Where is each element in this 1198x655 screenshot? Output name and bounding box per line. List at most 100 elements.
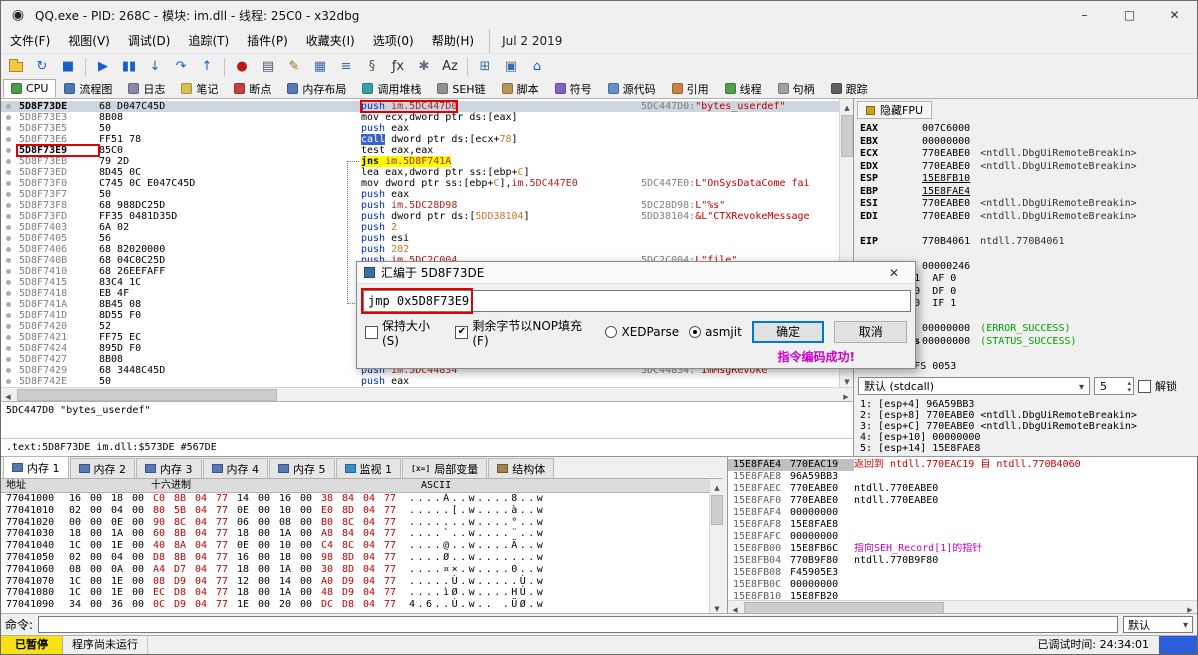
- breakpoints-button[interactable]: ●: [230, 56, 254, 78]
- stack-arg-row[interactable]: 5: [esp+14] 15E8FAE8: [860, 443, 1197, 454]
- scroll-left-icon[interactable]: [1, 388, 15, 402]
- breakpoint-gutter[interactable]: [1, 211, 17, 222]
- call-stack-button[interactable]: ≡: [334, 56, 358, 78]
- memory-vertical-scrollbar[interactable]: [709, 479, 723, 614]
- argument-count-spinner[interactable]: 5: [1094, 377, 1134, 395]
- scroll-down-icon[interactable]: [710, 600, 724, 614]
- breakpoint-gutter[interactable]: [1, 277, 17, 288]
- breakpoint-gutter[interactable]: [1, 123, 17, 134]
- minimize-button[interactable]: –: [1062, 1, 1107, 29]
- breakpoint-gutter[interactable]: [1, 332, 17, 343]
- xedparse-radio[interactable]: XEDParse: [605, 325, 679, 339]
- memory-row[interactable]: 77041020 00 00 0E 00 90 8C 04 77 06 00 08 00 B0 8C 04 77…: [1, 517, 709, 529]
- tab-memory-5[interactable]: 内存 5: [269, 458, 335, 478]
- breakpoint-gutter[interactable]: [1, 365, 17, 376]
- cancel-button[interactable]: 取消: [834, 321, 907, 343]
- scrollbar-thumb[interactable]: [711, 495, 723, 525]
- tab-graph[interactable]: 流程图: [56, 79, 120, 98]
- window-titlebar[interactable]: ◉ QQ.exe - PID: 268C - 模块: im.dll - 线程: …: [1, 1, 1197, 29]
- memory-row[interactable]: 77041070 1C 00 1E 00 08 D9 04 77 12 00 14 00 A0 D9 04 77…: [1, 576, 709, 588]
- disasm-row[interactable]: 5D8F73DE 68 D047C45D push im.5DC447D0 5DC44…: [1, 100, 839, 113]
- scroll-down-icon[interactable]: [840, 373, 854, 387]
- disasm-row[interactable]: 5D8F7406 68 82020000 push 282: [1, 244, 839, 255]
- disasm-row[interactable]: 5D8F73EB 79 2D jns im.5D8F741A: [1, 156, 839, 167]
- disasm-row[interactable]: 5D8F73F7 50 push eax: [1, 189, 839, 200]
- tab-cpu[interactable]: CPU: [3, 79, 57, 98]
- stack-pane[interactable]: 15E8FAE4 770EAC19 返回到 ntdll.770EAC19 自 ntd…: [727, 457, 1197, 614]
- open-file-button[interactable]: [4, 56, 28, 78]
- register-row[interactable]: EBX 00000000: [860, 136, 1197, 149]
- breakpoint-gutter[interactable]: [1, 299, 17, 310]
- menu-item-7[interactable]: 帮助(H): [423, 29, 483, 53]
- disasm-row[interactable]: 5D8F73E5 50 push eax: [1, 123, 839, 134]
- symbols-button[interactable]: ƒx: [386, 56, 410, 78]
- tab-memory-2[interactable]: 内存 2: [69, 458, 135, 478]
- stack-horizontal-scrollbar[interactable]: [728, 600, 1197, 614]
- stack-row[interactable]: 15E8FAF4 00000000: [728, 507, 1197, 519]
- calculator-button[interactable]: ⊞: [473, 56, 497, 78]
- register-row[interactable]: [860, 223, 1197, 236]
- memory-row[interactable]: 77041030 18 00 1A 00 60 8B 04 77 18 00 1A 00 A8 84 04 77…: [1, 528, 709, 540]
- stack-row[interactable]: 15E8FAFC 00000000: [728, 531, 1197, 543]
- menu-item-6[interactable]: 选项(0): [364, 29, 423, 53]
- memory-row[interactable]: 77041080 1C 00 1E 00 EC D8 04 77 18 00 1A 00 48 D9 04 77…: [1, 587, 709, 599]
- tab-log[interactable]: 日志: [120, 79, 173, 98]
- breakpoint-gutter[interactable]: [1, 255, 17, 266]
- restart-button[interactable]: ↻: [30, 56, 54, 78]
- step-into-button[interactable]: ↓: [143, 56, 167, 78]
- register-row[interactable]: EDI 770EABE0 <ntdll.DbgUiRemoteBreakin>: [860, 211, 1197, 224]
- memory-row[interactable]: 77041000 16 00 18 00 C0 8B 04 77 14 00 16 00 38 84 04 77…: [1, 493, 709, 505]
- scrollbar-thumb[interactable]: [841, 115, 853, 157]
- nop-fill-checkbox[interactable]: 剩余字节以NOP填充(F): [455, 317, 595, 348]
- notes-button[interactable]: ✎: [282, 56, 306, 78]
- spinner-down-icon[interactable]: [1127, 386, 1131, 393]
- tab-script[interactable]: 脚本: [494, 79, 547, 98]
- disasm-row[interactable]: 5D8F73E6 FF51 78 call dword ptr ds:[ecx+78…: [1, 134, 839, 145]
- stack-row[interactable]: 15E8FAF0 770EABE0 ntdll.770EABE0: [728, 495, 1197, 507]
- assemble-instruction-input[interactable]: [363, 290, 911, 312]
- breakpoint-gutter[interactable]: [1, 189, 17, 200]
- menu-item-5[interactable]: 收藏夹(I): [297, 29, 364, 53]
- stack-row[interactable]: 15E8FB00 15E8FB6C 指向SEH_Record[1]的指针: [728, 543, 1197, 555]
- stack-arg-row[interactable]: 1: [esp+4] 96A59BB3: [860, 399, 1197, 410]
- disasm-row[interactable]: 5D8F7405 56 push esi: [1, 233, 839, 244]
- breakpoint-gutter[interactable]: [1, 376, 17, 387]
- menu-item-2[interactable]: 调试(D): [119, 29, 180, 53]
- tab-memory-1[interactable]: 内存 1: [3, 456, 69, 478]
- breakpoint-gutter[interactable]: [1, 222, 17, 233]
- disasm-row[interactable]: 5D8F73FD FF35 0481D35D push dword ptr ds:[…: [1, 211, 839, 222]
- patches-button[interactable]: ▣: [499, 56, 523, 78]
- stack-row[interactable]: 15E8FAE4 770EAC19 返回到 ntdll.770EAC19 自 ntd…: [728, 459, 1197, 471]
- tab-call-stack[interactable]: 调用堆栈: [354, 79, 429, 98]
- tab-memory-map[interactable]: 内存布局: [279, 79, 354, 98]
- memory-row[interactable]: 77041010 02 00 04 00 80 5B 04 77 0E 00 10 00 E0 8D 04 77…: [1, 505, 709, 517]
- tab-locals[interactable]: [x=] 局部变量: [402, 458, 488, 478]
- memory-row[interactable]: 77041050 02 00 04 00 D8 8B 04 77 16 00 18 00 98 8D 04 77…: [1, 552, 709, 564]
- menu-item-0[interactable]: 文件(F): [1, 29, 59, 53]
- display-button[interactable]: ⌂: [525, 56, 549, 78]
- disasm-horizontal-scrollbar[interactable]: [1, 387, 853, 401]
- register-row[interactable]: ESP 15E8FB10: [860, 173, 1197, 186]
- ok-button[interactable]: 确定: [751, 321, 825, 343]
- hide-fpu-button[interactable]: 隐藏FPU: [857, 101, 933, 119]
- stack-row[interactable]: 15E8FB0C 00000000: [728, 579, 1197, 591]
- asmjit-radio[interactable]: asmjit: [689, 325, 742, 339]
- scrollbar-thumb[interactable]: [17, 389, 277, 401]
- memory-row[interactable]: 77041040 1C 00 1E 00 40 8A 04 77 0E 00 10 00 C4 8C 04 77…: [1, 540, 709, 552]
- tab-struct[interactable]: 结构体: [488, 458, 555, 478]
- spinner-buttons[interactable]: [1127, 379, 1131, 393]
- calling-convention-select[interactable]: 默认 (stdcall): [858, 377, 1090, 395]
- dialog-titlebar[interactable]: 汇编于 5D8F73DE ✕: [357, 262, 915, 284]
- breakpoint-gutter[interactable]: [1, 134, 17, 145]
- scroll-right-icon[interactable]: [839, 388, 853, 402]
- disasm-row[interactable]: 5D8F73F0 C745 0C E047C45D mov dword ptr ss…: [1, 178, 839, 189]
- maximize-button[interactable]: □: [1107, 1, 1152, 29]
- breakpoint-gutter[interactable]: [1, 343, 17, 354]
- tab-handles[interactable]: 句柄: [770, 79, 823, 98]
- stack-row[interactable]: 15E8FAE8 96A59BB3: [728, 471, 1197, 483]
- scroll-up-icon[interactable]: [710, 479, 724, 493]
- breakpoint-gutter[interactable]: [1, 310, 17, 321]
- disasm-row[interactable]: 5D8F73F8 68 988DC25D push im.5DC28D98 5DC28…: [1, 200, 839, 211]
- memory-row[interactable]: 77041090 34 00 36 00 0C D9 04 77 1E 00 20 00 DC D8 04 77…: [1, 599, 709, 611]
- breakpoint-gutter[interactable]: [1, 167, 17, 178]
